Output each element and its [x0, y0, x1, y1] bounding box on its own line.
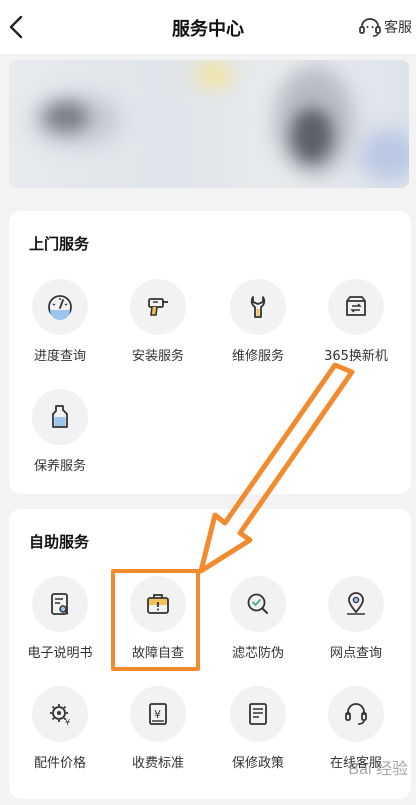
- self-service-item-fee-standard[interactable]: ¥ 收费标准: [109, 686, 207, 771]
- bottle-icon: [52, 405, 68, 428]
- door-service-item-label: 365换新机: [324, 349, 388, 364]
- wrench-icon: [250, 296, 266, 318]
- manual-search-icon: [51, 593, 69, 615]
- self-service-item-outlet[interactable]: 网点查询: [307, 576, 405, 661]
- door-service-item-progress[interactable]: 进度查询: [11, 279, 109, 364]
- self-service-item-label: 电子说明书: [27, 646, 93, 661]
- door-service-title: 上门服务: [29, 235, 90, 253]
- policy-document-icon: [249, 703, 267, 725]
- customer-service-label: 客服: [384, 20, 412, 36]
- self-service-item-label: 滤芯防伪: [231, 646, 284, 661]
- self-service-item-fault-check[interactable]: 故障自查: [109, 576, 207, 661]
- door-service-item-label: 维修服务: [231, 349, 284, 364]
- promo-banner[interactable]: [9, 60, 409, 188]
- self-service-item-parts-price[interactable]: ¥ 配件价格: [11, 686, 109, 771]
- customer-service-button[interactable]: 客服: [359, 16, 412, 38]
- headset-icon: [345, 703, 367, 725]
- magnifier-check-icon: [247, 593, 268, 614]
- self-service-item-label: 网点查询: [329, 646, 382, 661]
- self-service-item-filter-verify[interactable]: 滤芯防伪: [209, 576, 307, 661]
- self-service-item-manual[interactable]: 电子说明书: [11, 576, 109, 661]
- self-service-item-label: 故障自查: [131, 646, 184, 661]
- self-service-item-warranty[interactable]: 保修政策: [209, 686, 307, 771]
- door-service-item-label: 进度查询: [33, 349, 86, 364]
- door-service-item-label: 保养服务: [33, 459, 86, 474]
- self-service-item-label: 保修政策: [231, 756, 284, 771]
- svg-text:¥: ¥: [154, 708, 161, 721]
- progress-gauge-icon: [48, 295, 72, 320]
- header-bar: 服务中心 客服: [0, 0, 416, 54]
- watermark-text: Bai 经验: [348, 761, 408, 778]
- door-service-item-maintenance[interactable]: 保养服务: [11, 389, 109, 474]
- location-pin-icon: [347, 592, 365, 615]
- door-service-item-install[interactable]: 安装服务: [109, 279, 207, 364]
- self-service-item-label: 配件价格: [33, 756, 86, 771]
- yen-document-icon: ¥: [149, 703, 167, 725]
- headset-icon: [359, 18, 381, 37]
- toolbox-warning-icon: [147, 594, 169, 614]
- gear-yen-icon: ¥: [50, 704, 70, 727]
- self-service-item-label: 收费标准: [131, 756, 184, 771]
- page-title: 服务中心: [172, 19, 244, 40]
- self-service-title: 自助服务: [29, 533, 90, 551]
- door-service-item-label: 安装服务: [131, 349, 184, 364]
- svg-text:¥: ¥: [65, 718, 70, 727]
- door-service-item-repair[interactable]: 维修服务: [209, 279, 307, 364]
- door-service-card: 上门服务 进度查询 安装服务 维修服务 365换新机 保养服务: [9, 211, 411, 494]
- drill-icon: [148, 298, 168, 316]
- door-service-item-exchange[interactable]: 365换新机: [307, 279, 405, 364]
- box-exchange-icon: [346, 296, 366, 316]
